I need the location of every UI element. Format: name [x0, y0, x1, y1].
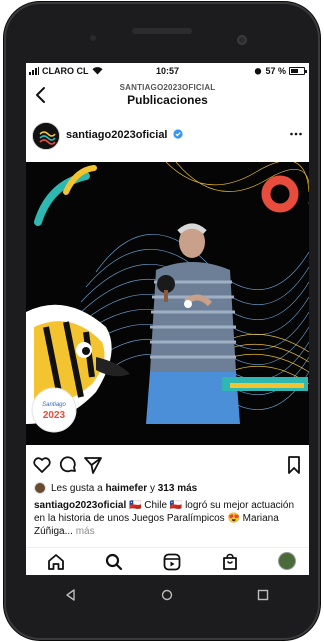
- battery-icon: [289, 67, 307, 75]
- search-icon[interactable]: [104, 552, 124, 572]
- battery-level: [291, 69, 298, 73]
- verified-badge-icon: [172, 129, 183, 139]
- page-title: Publicaciones: [127, 93, 208, 107]
- status-time: 10:57: [156, 66, 180, 76]
- reels-icon[interactable]: [162, 552, 182, 572]
- post-actions: [26, 451, 309, 479]
- system-nav-bar: [26, 580, 309, 610]
- comment-icon[interactable]: [58, 455, 78, 475]
- page-header: SANTIAGO2023OFICIAL Publicaciones: [26, 79, 309, 113]
- recents-square-icon[interactable]: [254, 586, 272, 604]
- post-artwork: Santiago 2023: [26, 162, 309, 445]
- screen: CLARO CL 10:57 57 % SANTIAGO2023OFICIAL …: [26, 63, 309, 575]
- alarm-icon: [255, 68, 262, 75]
- likes-text: Les gusta a haimefer y 313 más: [51, 483, 197, 494]
- wifi-icon: [92, 67, 102, 75]
- bookmark-icon[interactable]: [284, 455, 304, 475]
- battery-percent: 57 %: [265, 66, 286, 76]
- likes-count[interactable]: 313 más: [158, 483, 197, 494]
- likes-joiner: y: [149, 482, 155, 494]
- post-image[interactable]: Santiago 2023: [26, 162, 309, 445]
- carrier-name: CLARO CL: [42, 66, 89, 76]
- home-circle-icon[interactable]: [158, 586, 176, 604]
- signal-icon: [29, 67, 39, 75]
- status-bar: CLARO CL 10:57 57 %: [26, 63, 309, 79]
- post-caption: santiago2023oficial 🇨🇱 Chile 🇨🇱 logró su…: [34, 499, 304, 538]
- avatar[interactable]: [32, 122, 60, 150]
- proximity-sensor: [90, 35, 96, 41]
- post-username[interactable]: santiago2023oficial: [66, 129, 183, 141]
- username-text[interactable]: santiago2023oficial: [66, 129, 168, 141]
- avatar: [34, 482, 46, 494]
- badge-santiago: Santiago: [42, 402, 66, 408]
- bottom-nav: [26, 547, 309, 575]
- likes-summary[interactable]: Les gusta a haimefer y 313 más: [34, 482, 197, 494]
- account-name: SANTIAGO2023OFICIAL: [119, 83, 216, 92]
- send-icon[interactable]: [83, 455, 103, 475]
- profile-avatar[interactable]: [278, 552, 296, 570]
- shop-icon[interactable]: [220, 552, 240, 572]
- badge-year: 2023: [43, 410, 66, 421]
- post-header: santiago2023oficial: [26, 119, 309, 153]
- likes-user[interactable]: haimefer: [106, 483, 148, 494]
- back-triangle-icon[interactable]: [62, 586, 80, 604]
- santiago2023-logo-icon: [33, 123, 59, 149]
- caption-more-link[interactable]: más: [73, 526, 95, 537]
- more-horizontal-icon[interactable]: [289, 127, 303, 141]
- home-icon[interactable]: [46, 552, 66, 572]
- front-camera: [237, 35, 247, 45]
- caption-username[interactable]: santiago2023oficial: [34, 500, 126, 511]
- heart-icon[interactable]: [32, 455, 52, 475]
- likes-prefix: Les gusta a: [51, 482, 103, 494]
- earpiece: [132, 28, 192, 34]
